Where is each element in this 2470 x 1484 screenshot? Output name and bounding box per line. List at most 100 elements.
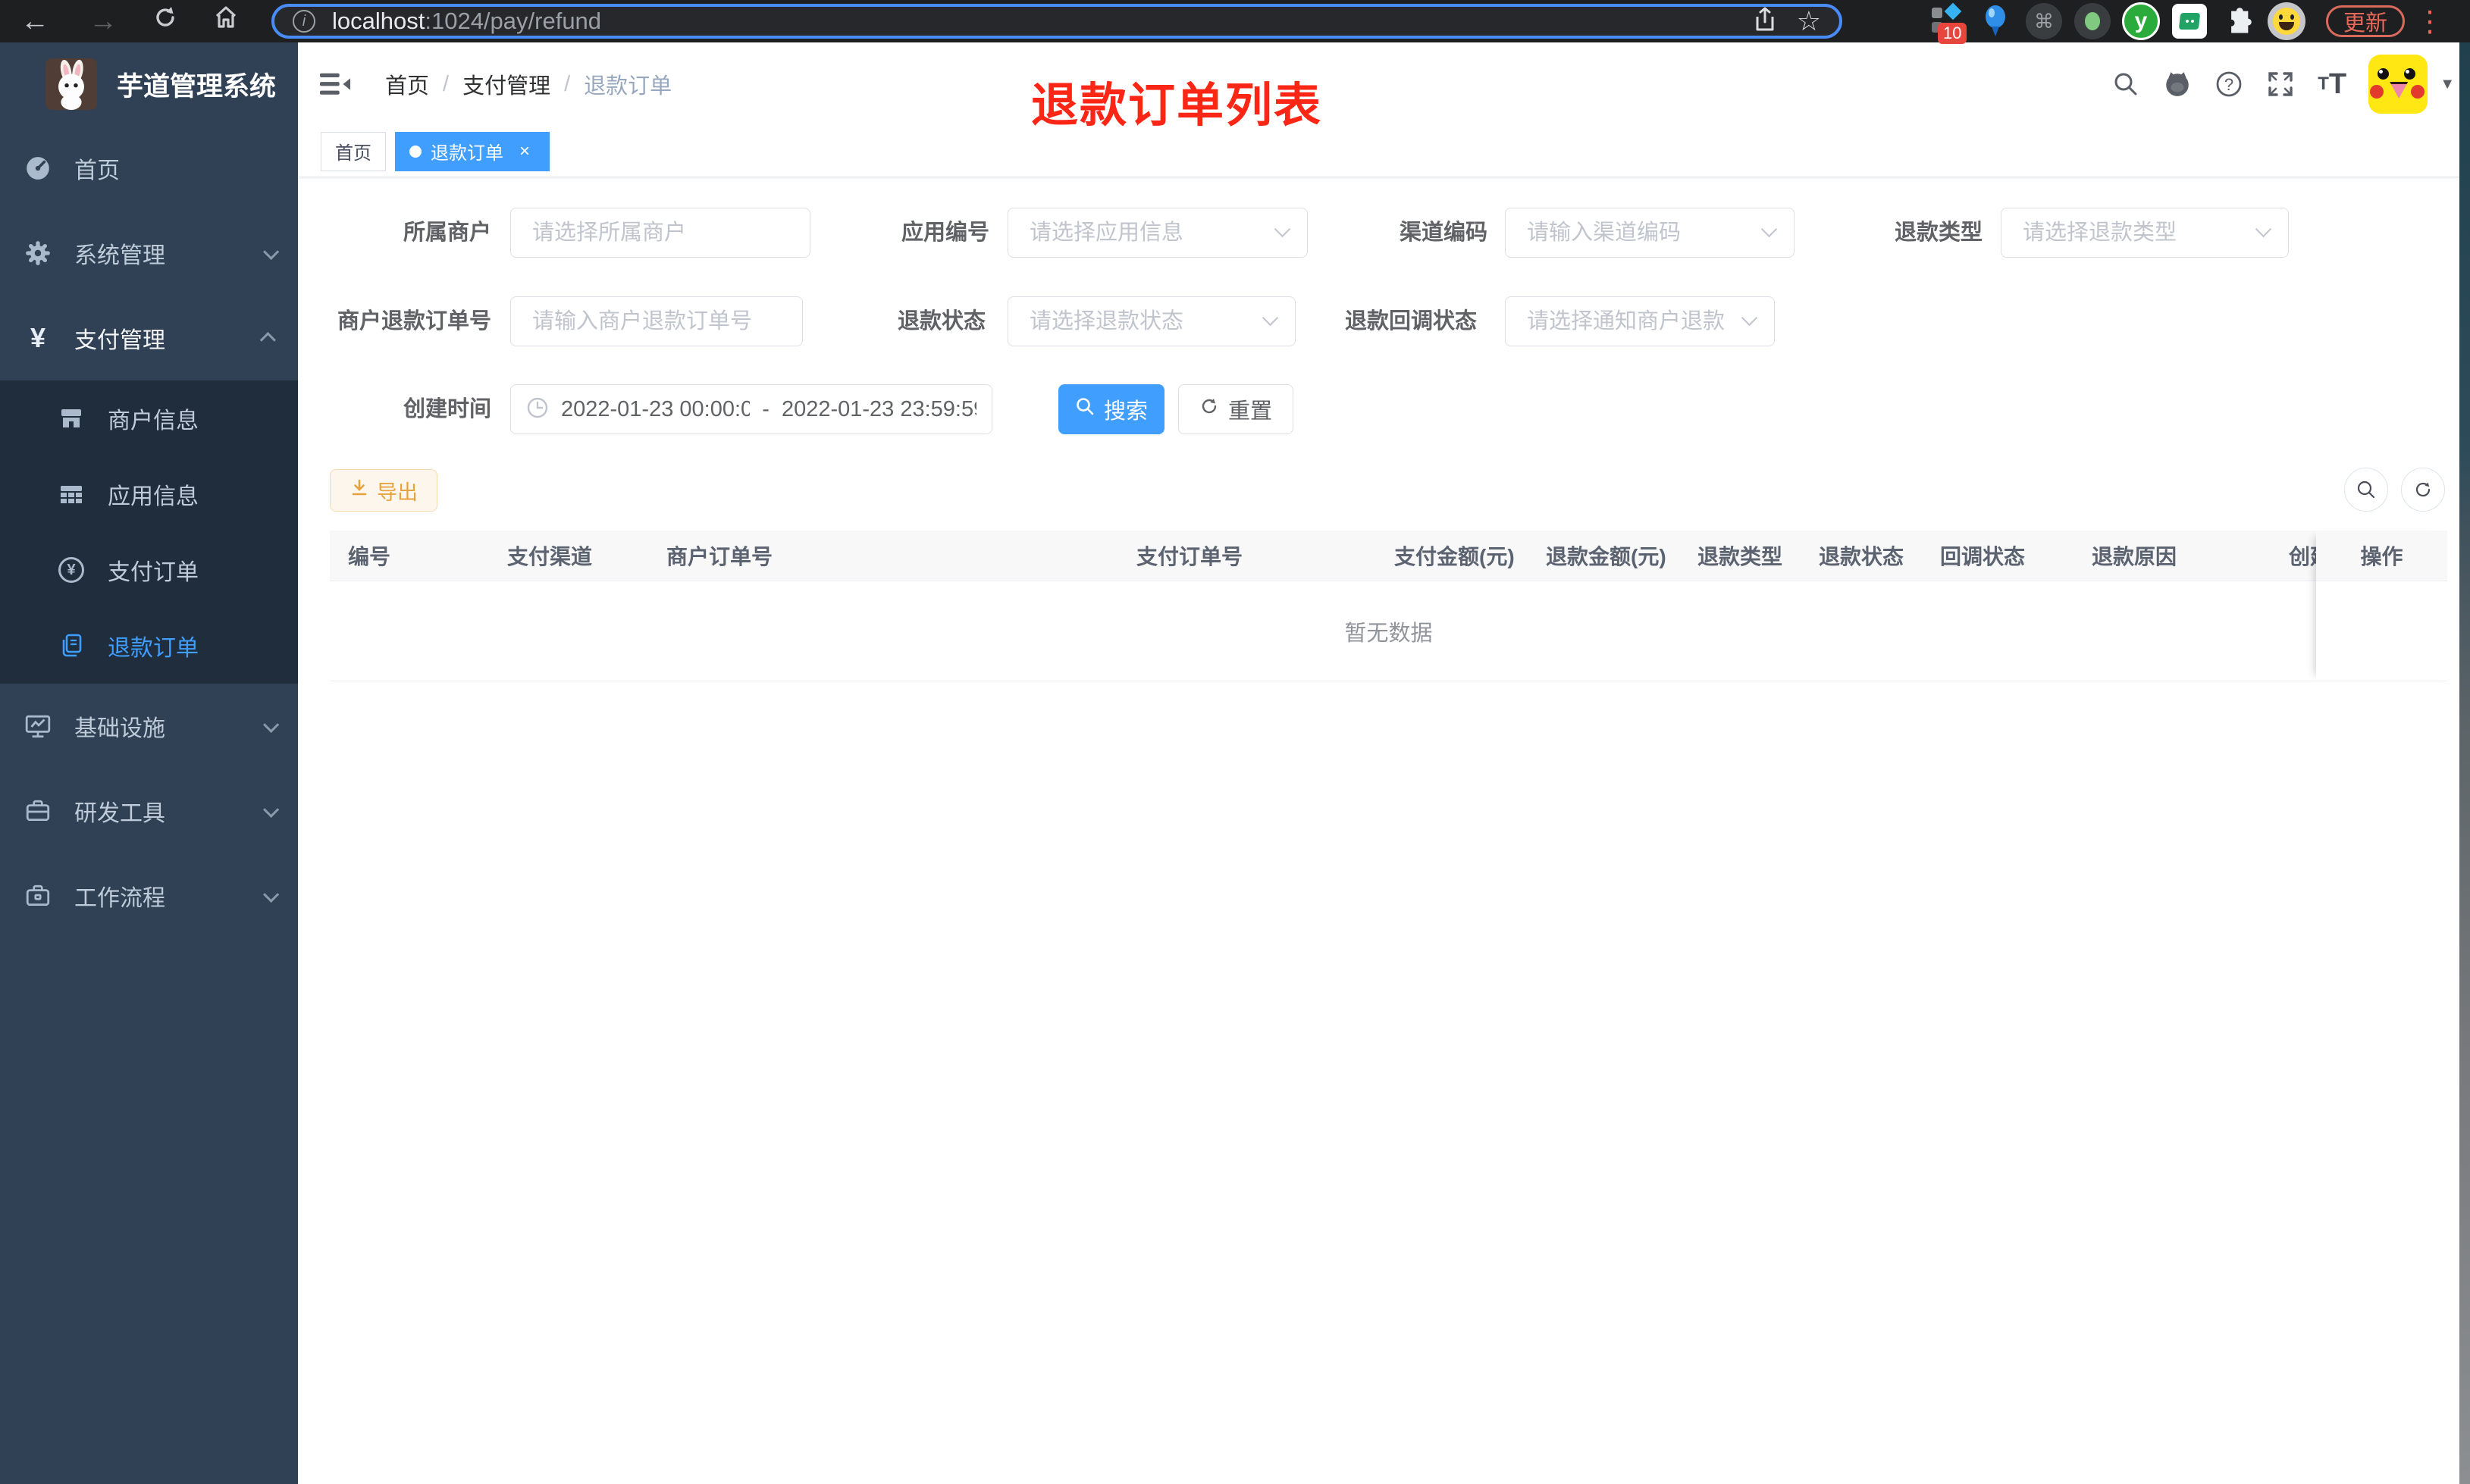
column-header: 商户订单号 — [666, 545, 773, 568]
table-empty-row: 暂无数据 — [330, 581, 2447, 681]
tag-home[interactable]: 首页 — [321, 131, 386, 171]
screenshot-annotation: 退款订单列表 — [1031, 80, 1323, 132]
tag-active-dot — [409, 145, 422, 158]
browser-menu-icon[interactable]: ⋮ — [2415, 5, 2444, 39]
date-start-value[interactable]: 2022-01-23 00:00:00 — [561, 397, 750, 422]
github-icon[interactable] — [2152, 70, 2203, 99]
sidebar-item-home[interactable]: 首页 — [0, 126, 298, 211]
yen-icon: ¥ — [30, 322, 46, 353]
channel-select — [1505, 208, 1795, 258]
user-avatar[interactable] — [2368, 55, 2428, 114]
extension-command-icon[interactable]: ⌘ — [2024, 2, 2064, 41]
extensions-puzzle-icon[interactable] — [2218, 2, 2258, 41]
font-size-icon[interactable]: TT — [2306, 68, 2358, 101]
search-icon[interactable] — [2100, 70, 2152, 98]
date-end-value[interactable]: 2022-01-23 23:59:59 — [782, 397, 976, 422]
sidebar-item-workflow[interactable]: 工作流程 — [0, 853, 298, 938]
avatar-caret-icon[interactable]: ▼ — [2440, 76, 2455, 93]
browser-reload-icon[interactable] — [150, 0, 180, 42]
channel-select-input[interactable] — [1505, 208, 1795, 258]
share-icon[interactable] — [1753, 7, 1777, 36]
url-text: localhost:1024/pay/refund — [332, 8, 602, 34]
clock-icon — [526, 396, 549, 423]
app-logo[interactable]: 芋道管理系统 — [0, 42, 298, 126]
column-header: 退款原因 — [2092, 545, 2177, 568]
sidebar-item-infrastructure[interactable]: 基础设施 — [0, 684, 298, 769]
show-search-toggle-button[interactable] — [2344, 468, 2388, 512]
app-title: 芋道管理系统 — [117, 71, 277, 102]
tag-refund-order[interactable]: 退款订单 × — [395, 131, 550, 171]
pay-order-icon: ¥ — [55, 557, 88, 583]
breadcrumb: 首页 / 支付管理 / 退款订单 — [385, 42, 672, 126]
download-icon — [349, 478, 369, 503]
sidebar-item-app-info[interactable]: 应用信息 — [0, 456, 298, 532]
extension-dot-icon[interactable] — [2073, 2, 2112, 41]
sidebar-collapse-icon[interactable] — [320, 70, 350, 102]
breadcrumb-current: 退款订单 — [584, 74, 672, 99]
sidebar-item-refund-order[interactable]: 退款订单 — [0, 608, 298, 684]
sidebar-item-system[interactable]: 系统管理 — [0, 211, 298, 296]
payment-submenu: 商户信息 应用信息 ¥ 支付订单 退款订单 — [0, 380, 298, 684]
refund-status-select-input[interactable] — [1008, 296, 1296, 346]
extension-chat-icon[interactable] — [2170, 2, 2209, 41]
search-button[interactable]: 搜索 — [1058, 384, 1164, 434]
column-header-actions: 操作 — [2316, 531, 2447, 581]
site-info-icon[interactable]: i — [293, 10, 315, 33]
notify-status-select-input[interactable] — [1505, 296, 1775, 346]
profile-avatar-icon[interactable] — [2267, 2, 2306, 41]
filter-label-channel: 渠道编码 — [1399, 221, 1487, 245]
column-header: 退款状态 — [1819, 545, 1904, 568]
merchant-refund-no-input[interactable] — [510, 296, 803, 346]
notify-status-select — [1505, 296, 1775, 346]
sidebar-item-merchant-info[interactable]: 商户信息 — [0, 380, 298, 456]
column-header: 退款类型 — [1697, 545, 1783, 568]
bookmark-star-icon[interactable]: ☆ — [1797, 5, 1821, 37]
grid-table-icon — [55, 481, 88, 507]
svg-text:?: ? — [2224, 75, 2233, 94]
date-separator: - — [762, 396, 770, 421]
tag-close-icon[interactable]: × — [514, 141, 535, 162]
help-icon[interactable]: ? — [2203, 70, 2255, 99]
browser-back-icon[interactable]: ← — [20, 0, 50, 42]
fullscreen-icon[interactable] — [2255, 70, 2306, 98]
column-header: 退款金额(元) — [1546, 545, 1666, 568]
window-edge-scrollbar — [2459, 42, 2470, 1484]
sidebar-item-devtools[interactable]: 研发工具 — [0, 769, 298, 853]
extensions-row: 10 ⌘ y — [1927, 2, 2306, 44]
breadcrumb-home[interactable]: 首页 — [385, 68, 429, 100]
merchant-input[interactable] — [510, 208, 810, 258]
browser-forward-icon[interactable]: → — [88, 0, 118, 42]
monitor-chart-icon — [21, 712, 55, 740]
sidebar-item-pay-order[interactable]: ¥ 支付订单 — [0, 532, 298, 608]
breadcrumb-section[interactable]: 支付管理 — [462, 68, 550, 100]
column-header: 编号 — [348, 545, 391, 568]
chevron-down-icon — [263, 886, 280, 903]
gear-icon — [21, 240, 55, 267]
refund-type-select-input[interactable] — [2001, 208, 2289, 258]
dashboard-icon — [21, 155, 55, 182]
merchant-refund-no-field — [510, 296, 803, 346]
tags-view: 首页 退款订单 × — [298, 126, 2470, 177]
sidebar-item-payment[interactable]: ¥ 支付管理 — [0, 296, 298, 380]
create-time-range-picker[interactable]: 2022-01-23 00:00:00 - 2022-01-23 23:59:5… — [510, 384, 992, 434]
extension-gem-icon[interactable] — [1976, 2, 2015, 41]
chevron-down-icon — [263, 801, 280, 818]
table-header-row: 编号 支付渠道 商户订单号 支付订单号 支付金额(元) 退款金额(元) 退款类型… — [330, 531, 2447, 581]
extension-tabs-icon[interactable]: 10 — [1927, 2, 1967, 44]
refund-type-select — [2001, 208, 2289, 258]
column-header: 支付渠道 — [507, 545, 593, 568]
filter-label-refund-type: 退款类型 — [1894, 221, 1983, 245]
refresh-table-button[interactable] — [2401, 468, 2445, 512]
export-button[interactable]: 导出 — [330, 469, 437, 512]
browser-update-button[interactable]: 更新 — [2326, 5, 2406, 37]
chevron-down-icon — [263, 243, 280, 260]
extension-badge: 10 — [1938, 23, 1967, 44]
app-select-input[interactable] — [1008, 208, 1308, 258]
top-navbar: 首页 / 支付管理 / 退款订单 ? TT ▼ — [298, 42, 2470, 126]
address-bar[interactable]: i localhost:1024/pay/refund ☆ — [271, 4, 1842, 39]
extension-y-icon[interactable]: y — [2121, 2, 2161, 41]
browser-home-icon[interactable] — [211, 0, 241, 42]
refresh-icon — [1199, 396, 1219, 422]
filter-label-app: 应用编号 — [901, 221, 989, 245]
reset-button[interactable]: 重置 — [1178, 384, 1293, 434]
